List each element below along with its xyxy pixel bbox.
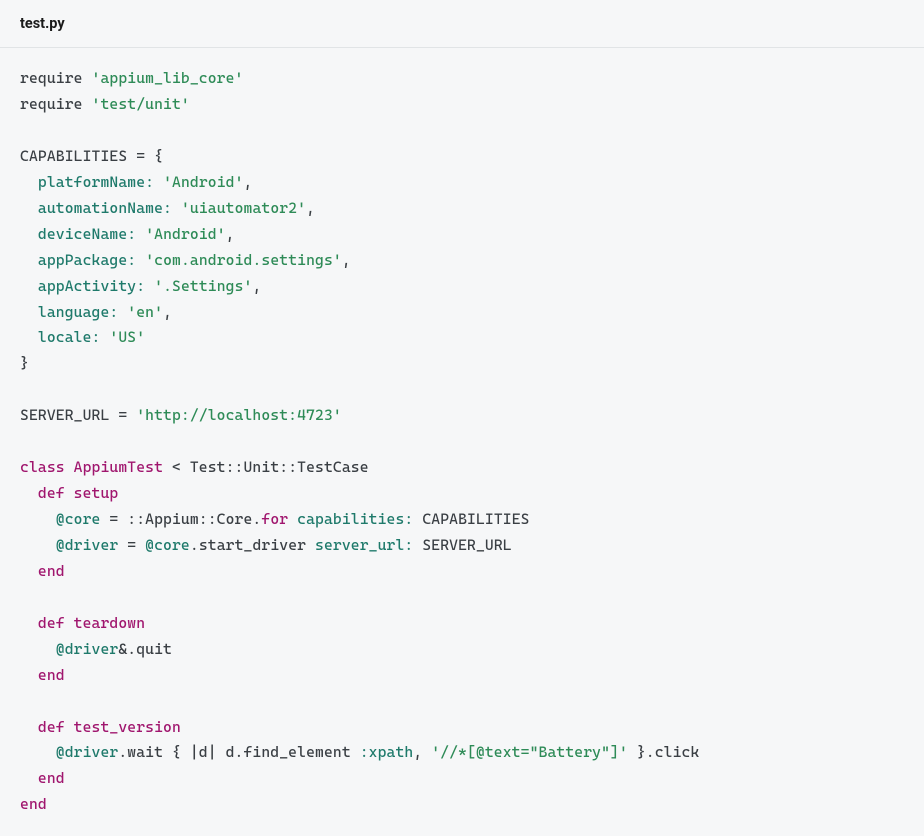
code-line: require 'appium_lib_core' [20, 69, 244, 87]
code-line: def teardown [20, 614, 145, 632]
code-line: platformName: 'Android', [20, 173, 252, 191]
code-line: language: 'en', [20, 303, 172, 321]
code-viewer: require 'appium_lib_core' require 'test/… [0, 48, 924, 836]
code-line: SERVER_URL = 'http://localhost:4723' [20, 406, 342, 424]
code-line: deviceName: 'Android', [20, 225, 235, 243]
code-line: end [20, 562, 65, 580]
code-line: end [20, 795, 47, 813]
code-line: @driver&.quit [20, 640, 172, 658]
code-line: end [20, 769, 65, 787]
code-line: appActivity: '.Settings', [20, 277, 261, 295]
code-line: automationName: 'uiautomator2', [20, 199, 315, 217]
code-line: def test_version [20, 718, 181, 736]
code-line: @driver = @core.start_driver server_url:… [20, 536, 512, 554]
code-line: locale: 'US' [20, 328, 145, 346]
code-line: end [20, 666, 65, 684]
code-line: class AppiumTest < Test::Unit::TestCase [20, 458, 369, 476]
file-tab[interactable]: test.py [0, 0, 924, 48]
code-line: appPackage: 'com.android.settings', [20, 251, 351, 269]
code-line: @driver.wait { |d| d.find_element :xpath… [20, 743, 699, 761]
code-line: @core = ::Appium::Core.for capabilities:… [20, 510, 530, 528]
filename-label: test.py [20, 15, 65, 32]
code-line: } [20, 354, 29, 372]
code-line: CAPABILITIES = { [20, 147, 163, 165]
code-line: require 'test/unit' [20, 95, 190, 113]
code-line: def setup [20, 484, 118, 502]
